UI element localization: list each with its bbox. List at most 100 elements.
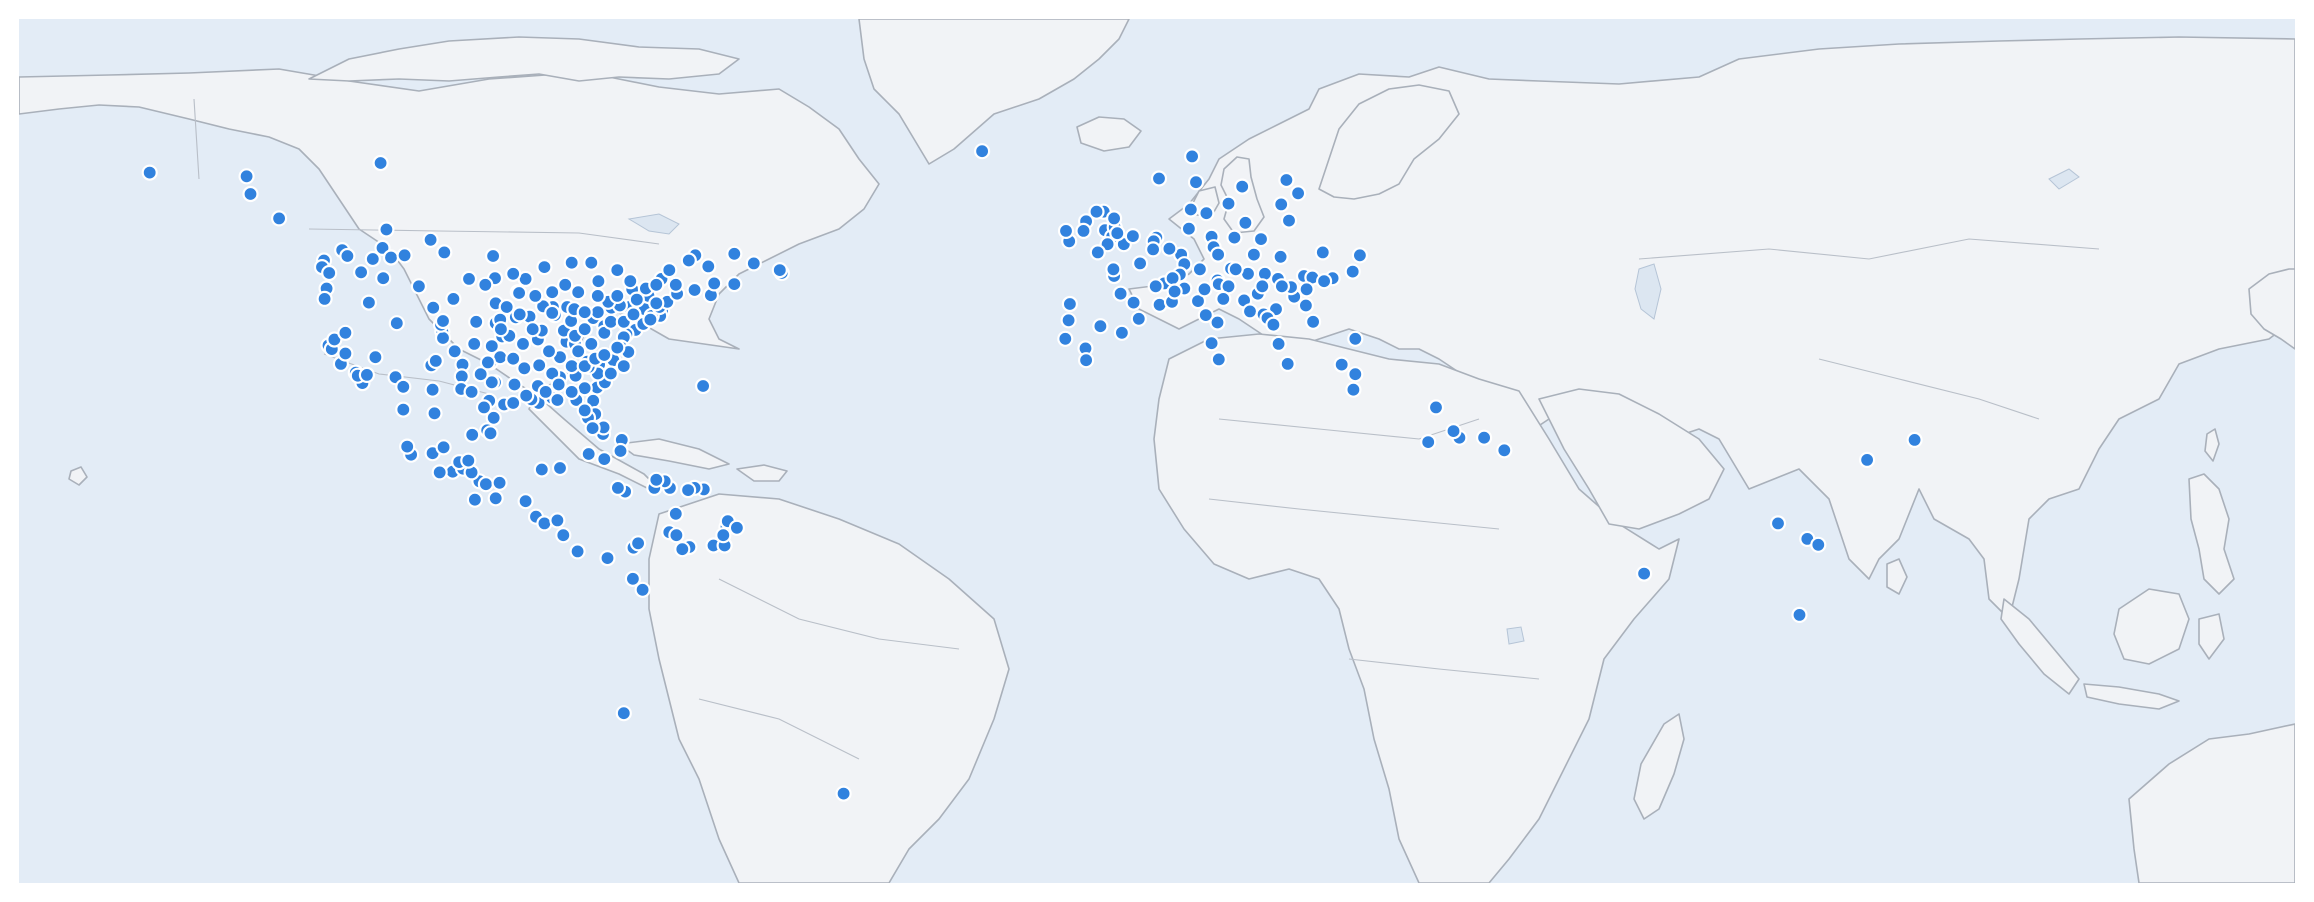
location-marker[interactable] [668,527,685,544]
location-marker[interactable] [395,378,412,395]
location-marker[interactable] [1347,366,1364,383]
location-marker[interactable] [436,244,453,261]
location-marker[interactable] [1057,222,1075,239]
location-marker[interactable] [1315,273,1333,290]
location-marker[interactable] [1203,335,1220,352]
location-marker[interactable] [551,459,569,477]
location-marker[interactable] [1270,335,1287,352]
location-marker[interactable] [445,290,462,307]
location-marker[interactable] [1279,355,1296,372]
location-marker[interactable] [549,512,566,529]
location-marker[interactable] [576,402,593,419]
location-marker[interactable] [557,276,574,293]
location-marker[interactable] [563,254,580,271]
location-marker[interactable] [609,262,626,279]
location-marker[interactable] [431,464,448,481]
location-marker[interactable] [576,304,593,321]
location-marker[interactable] [612,442,629,460]
location-marker[interactable] [422,231,439,248]
location-marker[interactable] [1273,278,1291,295]
location-marker[interactable] [1198,205,1215,222]
location-marker[interactable] [1215,290,1232,307]
location-marker[interactable] [1112,285,1129,302]
location-marker[interactable] [1496,442,1513,459]
location-marker[interactable] [514,335,532,352]
location-marker[interactable] [479,354,496,371]
location-marker[interactable] [555,527,572,544]
location-marker[interactable] [1345,381,1362,398]
location-marker[interactable] [1210,351,1227,368]
location-marker[interactable] [1077,352,1095,369]
location-marker[interactable] [1183,148,1201,165]
location-marker[interactable] [726,276,743,293]
location-marker[interactable] [1220,195,1237,212]
location-marker[interactable] [1298,281,1315,298]
location-marker[interactable] [1196,281,1213,298]
location-marker[interactable] [517,493,534,510]
location-marker[interactable] [544,284,561,301]
location-marker[interactable] [570,284,587,301]
location-marker[interactable] [321,264,338,282]
location-marker[interactable] [615,705,632,722]
location-marker[interactable] [524,321,541,338]
location-marker[interactable] [700,258,717,275]
location-marker[interactable] [1191,261,1209,278]
location-marker[interactable] [531,357,548,374]
location-marker[interactable] [238,168,255,185]
location-marker[interactable] [576,380,593,397]
location-marker[interactable] [835,785,852,802]
location-marker[interactable] [242,185,259,203]
location-marker[interactable] [1791,606,1808,624]
location-marker[interactable] [425,299,442,316]
location-marker[interactable] [599,549,616,567]
location-marker[interactable] [602,365,619,382]
location-marker[interactable] [1445,423,1462,440]
location-marker[interactable] [1131,255,1149,272]
location-marker[interactable] [667,276,684,293]
location-marker[interactable] [1226,229,1243,246]
location-marker[interactable] [1125,294,1142,311]
location-marker[interactable] [580,445,597,463]
location-marker[interactable] [511,306,528,323]
location-marker[interactable] [667,505,684,522]
location-marker[interactable] [477,276,494,293]
location-marker[interactable] [511,284,528,302]
location-marker[interactable] [1182,201,1199,218]
location-marker[interactable] [434,312,452,330]
location-marker[interactable] [563,383,580,400]
location-marker[interactable] [1241,303,1259,320]
location-marker[interactable] [1475,429,1493,446]
location-marker[interactable] [460,452,477,469]
location-marker[interactable] [353,264,370,281]
location-marker[interactable] [1280,212,1298,229]
location-marker[interactable] [1314,244,1331,261]
location-marker[interactable] [1769,515,1787,532]
location-marker[interactable] [609,479,627,496]
location-marker[interactable] [648,276,665,293]
location-marker[interactable] [446,343,463,360]
location-marker[interactable] [382,249,400,266]
location-marker[interactable] [550,376,567,393]
location-marker[interactable] [372,154,389,172]
location-marker[interactable] [396,247,413,264]
location-marker[interactable] [584,420,601,437]
location-marker[interactable] [1209,246,1227,263]
location-marker[interactable] [536,515,553,532]
location-marker[interactable] [358,366,375,383]
location-marker[interactable] [434,329,452,347]
location-marker[interactable] [1635,565,1653,582]
location-marker[interactable] [973,143,991,160]
location-marker[interactable] [1166,283,1183,300]
location-marker[interactable] [629,535,647,552]
world-map[interactable] [19,19,2295,883]
location-marker[interactable] [642,311,659,328]
location-marker[interactable] [1161,240,1178,257]
location-marker[interactable] [1092,318,1109,335]
location-marker[interactable] [570,343,587,360]
location-marker[interactable] [1130,310,1147,327]
location-marker[interactable] [1252,231,1270,248]
location-marker[interactable] [609,339,626,356]
location-marker[interactable] [1124,228,1142,245]
location-marker[interactable] [492,321,509,338]
location-marker[interactable] [410,278,427,295]
